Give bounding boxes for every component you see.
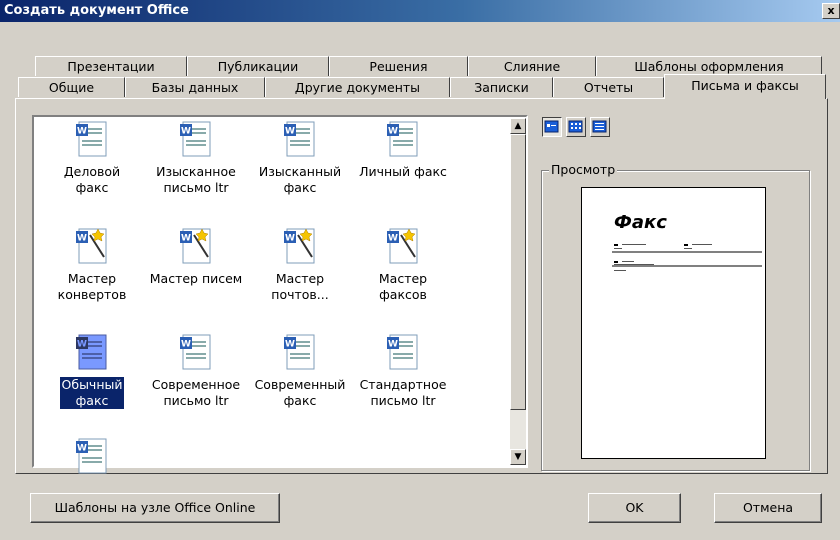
template-label: Мастер писем (149, 271, 243, 286)
word-document-icon: W (178, 120, 214, 160)
large-icons-icon (544, 120, 559, 133)
title-bar: Создать документ Office (0, 0, 840, 22)
word-document-icon: W (282, 333, 318, 373)
template-item[interactable]: W Современное письмо ltr (146, 333, 246, 409)
preview-label: Просмотр (549, 162, 618, 177)
template-item[interactable]: W Изысканное письмо ltr (146, 120, 246, 196)
tab-general[interactable]: Общие (18, 77, 125, 97)
scroll-thumb[interactable] (510, 134, 526, 410)
tab-databases[interactable]: Базы данных (125, 77, 265, 97)
svg-text:W: W (77, 444, 87, 454)
list-view-icon (568, 120, 583, 133)
word-wizard-icon: W (178, 227, 214, 267)
svg-text:W: W (77, 234, 87, 244)
svg-text:W: W (77, 340, 87, 350)
template-item[interactable]: W Мастер конвертов (42, 227, 142, 303)
tab-publications[interactable]: Публикации (187, 56, 329, 76)
vertical-scrollbar[interactable]: ▲ ▼ (510, 118, 526, 465)
svg-text:W: W (181, 127, 191, 137)
window-title: Создать документ Office (4, 3, 189, 18)
template-item[interactable]: W Стандартное письмо ltr (353, 333, 453, 409)
word-document-icon: W (74, 120, 110, 160)
word-wizard-icon: W (385, 227, 421, 267)
details-view-button[interactable] (590, 117, 610, 137)
tab-letters-and-faxes[interactable]: Письма и факсы (664, 74, 826, 99)
template-item[interactable]: W Деловой факс (42, 120, 142, 196)
template-item[interactable]: W Обычный факс (42, 333, 142, 409)
word-wizard-icon: W (74, 227, 110, 267)
template-item[interactable]: W (42, 437, 142, 481)
tab-other-documents[interactable]: Другие документы (265, 77, 450, 97)
svg-text:W: W (181, 340, 191, 350)
template-item[interactable]: W Мастер почтов... (250, 227, 350, 303)
template-list[interactable]: W Деловой факс W Изысканное письмо ltr W Изыска… (32, 115, 528, 474)
template-label: Современный факс (254, 377, 346, 408)
template-item[interactable]: W Мастер писем (146, 227, 246, 287)
tab-presentations[interactable]: Презентации (35, 56, 187, 76)
template-label: Деловой факс (63, 164, 121, 195)
template-item[interactable]: W Мастер факсов (353, 227, 453, 303)
svg-text:W: W (388, 127, 398, 137)
word-document-icon: W (282, 120, 318, 160)
tab-reports[interactable]: Отчеты (553, 77, 664, 97)
tab-memos[interactable]: Записки (450, 77, 553, 97)
template-item[interactable]: W Личный факс (353, 120, 453, 180)
word-document-icon: W (178, 333, 214, 373)
template-label: Изысканный факс (258, 164, 342, 195)
svg-text:W: W (388, 234, 398, 244)
large-icons-view-button[interactable] (542, 117, 562, 137)
template-label: Обычный факс (59, 377, 125, 409)
tab-merge[interactable]: Слияние (468, 56, 596, 76)
preview-heading: Факс (614, 212, 667, 233)
cancel-button[interactable]: Отмена (714, 493, 822, 523)
preview-lines (612, 244, 762, 271)
details-view-icon (592, 120, 607, 133)
template-item[interactable]: W Современный факс (250, 333, 350, 409)
word-document-icon: W (385, 120, 421, 160)
scroll-down-button[interactable]: ▼ (510, 449, 526, 465)
svg-text:W: W (388, 340, 398, 350)
template-item[interactable]: W Изысканный факс (250, 120, 350, 196)
word-wizard-icon: W (282, 227, 318, 267)
template-label: Мастер факсов (378, 271, 428, 302)
template-label: Современное письмо ltr (151, 377, 241, 408)
svg-text:W: W (285, 340, 295, 350)
template-label: Изысканное письмо ltr (156, 164, 236, 195)
list-view-button[interactable] (566, 117, 586, 137)
tab-solutions[interactable]: Решения (329, 56, 468, 76)
svg-text:W: W (77, 127, 87, 137)
svg-text:W: W (181, 234, 191, 244)
word-document-icon: W (74, 437, 110, 477)
ok-button[interactable]: OK (588, 493, 681, 523)
tab-design-templates[interactable]: Шаблоны оформления (596, 56, 822, 76)
template-label: Стандартное письмо ltr (359, 377, 447, 408)
office-online-templates-button[interactable]: Шаблоны на узле Office Online (30, 493, 280, 523)
template-label: Мастер конвертов (57, 271, 127, 302)
word-document-icon: W (385, 333, 421, 373)
template-label: Мастер почтов... (271, 271, 329, 302)
preview-page: Факс (581, 187, 766, 459)
close-button[interactable]: x (822, 3, 840, 19)
svg-text:W: W (285, 234, 295, 244)
word-document-icon: W (74, 333, 110, 373)
template-label: Личный факс (359, 164, 447, 179)
scroll-up-button[interactable]: ▲ (510, 118, 526, 134)
svg-text:W: W (285, 127, 295, 137)
